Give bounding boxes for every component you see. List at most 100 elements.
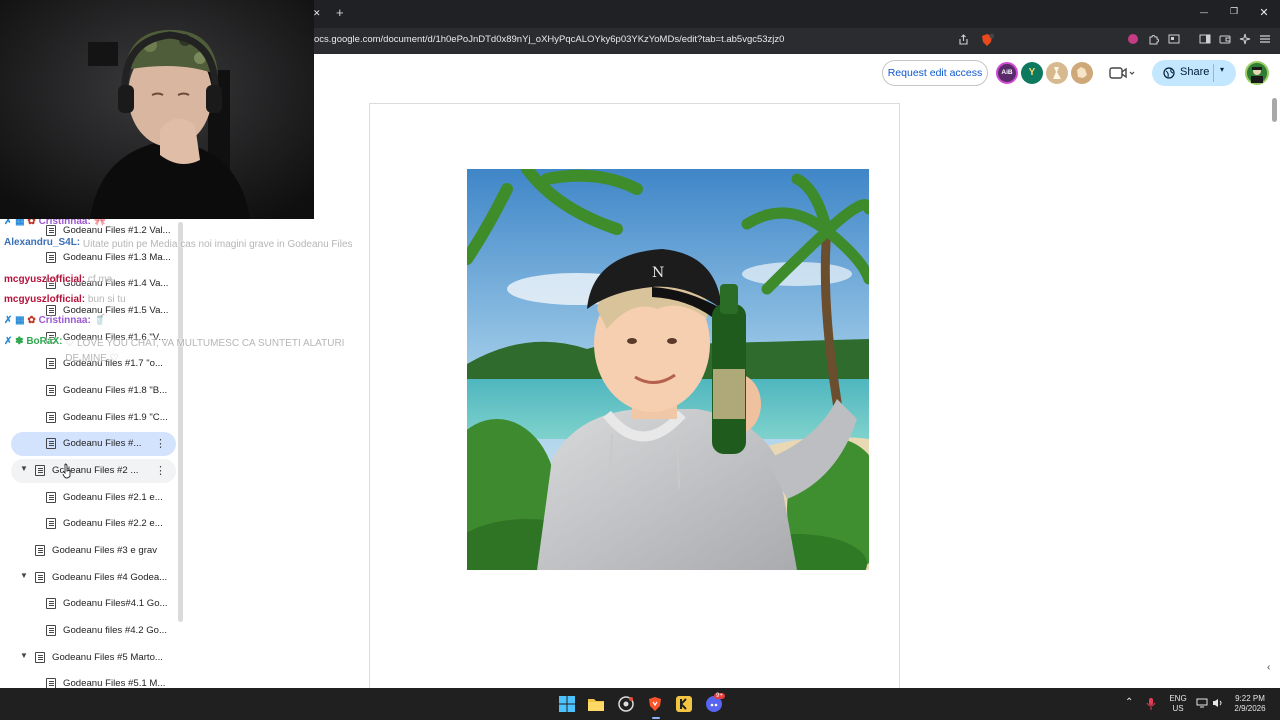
document-icon [46, 412, 56, 423]
share-divider [1213, 64, 1214, 82]
sidebar-toggle-icon[interactable] [1198, 33, 1212, 47]
outline-item[interactable]: Godeanu Files#4.1 Go... [40, 592, 180, 616]
reader-mode-icon[interactable] [1167, 33, 1181, 47]
outline-item[interactable]: Godeanu Files #2.2 e... [40, 512, 180, 536]
input-language[interactable]: ENG US [1168, 694, 1188, 714]
language-code: ENG [1169, 694, 1187, 703]
kick-app-icon[interactable] [676, 696, 692, 712]
restore-icon[interactable]: ❐ [1227, 6, 1241, 17]
file-explorer-icon[interactable] [588, 696, 604, 712]
collapse-arrow-icon[interactable]: ▼ [20, 651, 28, 660]
tab-close-icon[interactable]: ✕ [313, 8, 321, 19]
avatar-initials: Y [1028, 67, 1036, 78]
chat-username: mcgyuszlofficial: [4, 274, 86, 285]
document-icon [35, 545, 45, 556]
collapse-arrow-icon[interactable]: ▼ [20, 571, 28, 580]
chat-username: Cristinnaa: [38, 315, 91, 326]
chat-text: 🥤 [93, 315, 107, 326]
network-icon[interactable] [1196, 698, 1208, 711]
clock-time: 9:22 PM [1235, 694, 1265, 703]
document-scrollbar-thumb[interactable] [1272, 98, 1277, 122]
document-icon [46, 518, 56, 529]
document-icon [46, 678, 56, 688]
outline-scrollbar[interactable] [178, 222, 183, 622]
outline-item-label: Godeanu Files #1.9 "C... [63, 412, 168, 423]
outline-item-label: Godeanu Files #... [63, 438, 142, 449]
discord-notification-badge: 9+ [714, 693, 725, 699]
outline-item-expandable[interactable]: ▼ Godeanu Files #2 ... ⋮ [11, 459, 176, 483]
volume-icon[interactable] [1212, 698, 1224, 711]
outline-item[interactable]: Godeanu Files #5.1 M... [40, 672, 180, 688]
document-icon [46, 385, 56, 396]
clock[interactable]: 9:22 PM 2/9/2026 [1230, 694, 1270, 714]
microphone-icon[interactable] [1146, 698, 1156, 713]
outline-item-label: Godeanu Files #2.2 e... [63, 518, 163, 529]
flower-badge-icon: ✿ [24, 315, 39, 326]
collaborator-avatar[interactable]: Y [1021, 62, 1043, 84]
outline-item[interactable]: Godeanu Files #1.8 "B... [40, 379, 180, 403]
meet-video-icon[interactable] [1109, 66, 1135, 85]
document-icon [46, 492, 56, 503]
outline-item-label: Godeanu Files #4 Godea... [52, 572, 168, 583]
request-edit-access-button[interactable]: Request edit access [882, 60, 988, 86]
brave-shield-icon[interactable] [980, 33, 995, 47]
chat-message: mcgyuszlofficial: cf ma [4, 274, 112, 285]
menu-icon[interactable] [1258, 33, 1272, 47]
outline-item[interactable]: Godeanu Files #3 e grav [29, 539, 179, 563]
share-page-icon[interactable] [956, 34, 970, 48]
new-tab-button[interactable]: + [336, 5, 344, 20]
collapse-arrow-icon[interactable]: ▼ [20, 464, 28, 473]
minimize-icon[interactable]: — [1197, 8, 1211, 17]
collaborator-avatar[interactable] [1071, 62, 1093, 84]
tray-overflow-icon[interactable]: ⌃ [1125, 698, 1133, 708]
document-icon [35, 572, 45, 583]
more-options-icon[interactable]: ⋮ [155, 464, 166, 477]
brave-browser-icon[interactable] [647, 696, 663, 712]
chat-text: cf ma [87, 274, 113, 285]
chat-message: mcgyuszlofficial: bun si tu [4, 294, 126, 305]
taskbar-active-indicator [652, 717, 660, 719]
outline-item-label: Godeanu Files #3 e grav [52, 545, 158, 556]
document-image[interactable]: N [467, 169, 869, 570]
outline-item[interactable]: Godeanu files #4.2 Go... [40, 619, 180, 643]
leo-ai-icon[interactable] [1238, 33, 1252, 47]
share-dropdown-icon[interactable]: ▾ [1220, 65, 1224, 74]
collaborator-avatar[interactable]: AiB [996, 62, 1018, 84]
mouse-cursor-icon [62, 463, 72, 484]
avatar-initials: AiB [1001, 69, 1013, 76]
url-text[interactable]: ocs.google.com/document/d/1h0ePoJnDTd0x8… [314, 34, 784, 45]
docs-header [314, 54, 1280, 94]
more-options-icon[interactable]: ⋮ [155, 437, 166, 450]
extensions-puzzle-icon[interactable] [1147, 33, 1161, 47]
share-button[interactable]: Share ▾ [1152, 60, 1236, 86]
document-icon [35, 652, 45, 663]
outline-item-selected[interactable]: Godeanu Files #... ⋮ [11, 432, 176, 456]
vip-badge-icon: ▦ [12, 315, 25, 326]
document-scrollbar[interactable] [1270, 94, 1280, 688]
chat-username: mcgyuszlofficial: [4, 294, 86, 305]
chat-username: BoRaX: [26, 336, 63, 347]
chat-message: ✗ ▦ ✿ Cristinnaa: 🥤 [4, 315, 106, 326]
windows-start-icon[interactable] [559, 696, 575, 712]
share-label: Share [1180, 66, 1210, 78]
user-avatar[interactable] [1245, 61, 1269, 85]
chat-message: ✗ ✽ BoRaX: ♡ LOVE YOU CHAT, VA MULTUMESC… [4, 336, 350, 366]
side-panel-toggle-icon[interactable]: ‹ [1267, 662, 1270, 673]
document-icon [46, 625, 56, 636]
outline-item[interactable]: Godeanu Files #1.9 "C... [40, 406, 180, 430]
extension-badge-icon[interactable] [1126, 33, 1140, 47]
chat-text: ♡ LOVE YOU CHAT, VA MULTUMESC CA SUNTETI… [65, 338, 345, 364]
globe-icon [1163, 67, 1175, 82]
outline-item[interactable]: Godeanu Files #2.1 e... [40, 486, 180, 510]
wallet-icon[interactable] [1218, 33, 1232, 47]
outline-item-label: Godeanu Files #1.3 Ma... [63, 252, 171, 263]
outline-item-expandable[interactable]: ▼ Godeanu Files #4 Godea... [11, 566, 176, 590]
window-close-icon[interactable]: ✕ [1257, 6, 1271, 19]
chat-text: bun si tu [87, 294, 126, 305]
document-icon [35, 465, 45, 476]
outline-item-expandable[interactable]: ▼ Godeanu Files #5 Marto... [11, 646, 176, 670]
collaborator-avatar[interactable] [1046, 62, 1068, 84]
outline-item-label: Godeanu Files #1.8 "B... [63, 385, 168, 396]
obs-icon[interactable] [618, 696, 634, 712]
document-icon [46, 598, 56, 609]
